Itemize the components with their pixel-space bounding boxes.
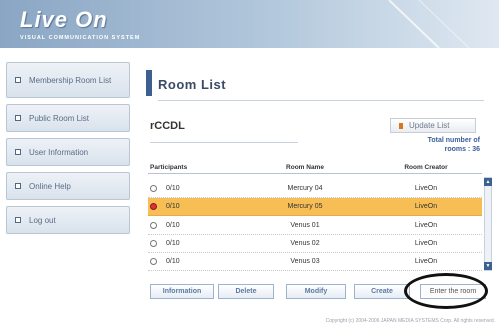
table-row[interactable]: 0/10 Venus 03 LiveOn: [148, 253, 482, 271]
square-bullet-icon: [15, 115, 21, 121]
table-header: Participants Room Name Room Creator: [148, 162, 482, 174]
participants-cell: 0/10: [166, 185, 180, 192]
room-creator-cell: LiveOn: [414, 203, 438, 210]
sidebar-item-membership-room-list[interactable]: Membership Room List: [6, 62, 130, 98]
divider: [150, 142, 298, 143]
square-bullet-icon: [15, 77, 21, 83]
modify-button[interactable]: Modify: [286, 284, 346, 299]
square-bullet-icon: [15, 183, 21, 189]
room-name-cell: Mercury 05: [287, 203, 323, 210]
room-name-cell: Mercury 04: [287, 185, 323, 192]
total-rooms-caption: Total number of: [427, 137, 480, 144]
square-bullet-icon: [15, 217, 21, 223]
row-radio[interactable]: [150, 222, 157, 229]
room-table: Participants Room Name Room Creator 0/10…: [148, 162, 482, 272]
row-radio[interactable]: [150, 240, 157, 247]
sidebar-item-user-information[interactable]: User Information: [6, 138, 130, 166]
sidebar-item-label: Log out: [29, 215, 56, 225]
delete-button[interactable]: Delete: [218, 284, 274, 299]
room-creator-cell: LiveOn: [414, 185, 438, 192]
page-title: Room List: [158, 77, 227, 92]
square-bullet-icon: [15, 149, 21, 155]
table-scrollbar[interactable]: ▲ ▼: [484, 177, 492, 271]
title-accent-bar: [146, 70, 152, 96]
sidebar-item-online-help[interactable]: Online Help: [6, 172, 130, 200]
divider: [158, 100, 484, 101]
scroll-up-arrow-icon[interactable]: ▲: [484, 178, 492, 186]
room-creator-cell: LiveOn: [414, 240, 438, 247]
update-icon: [399, 123, 403, 129]
app-tagline: VISUAL COMMUNICATION SYSTEM: [20, 35, 141, 41]
information-button[interactable]: Information: [150, 284, 214, 299]
scroll-down-arrow-icon[interactable]: ▼: [484, 262, 492, 270]
total-rooms-label: Total number of rooms : 36: [370, 136, 480, 154]
update-list-label: Update List: [409, 121, 450, 130]
sidebar-nav: Membership Room List Public Room List Us…: [6, 62, 130, 240]
sidebar-item-log-out[interactable]: Log out: [6, 206, 130, 234]
app-header: Live On VISUAL COMMUNICATION SYSTEM: [0, 0, 499, 48]
app-logo: Live On: [20, 7, 108, 32]
sidebar-item-label: Online Help: [29, 181, 71, 191]
room-list-panel: Room List rCCDL Update List Total number…: [140, 62, 492, 312]
update-list-button[interactable]: Update List: [390, 118, 476, 133]
column-header-participants: Participants: [150, 164, 188, 171]
create-button[interactable]: Create: [354, 284, 410, 299]
participants-cell: 0/10: [166, 203, 180, 210]
sidebar-item-label: Membership Room List: [29, 75, 112, 85]
room-creator-cell: LiveOn: [414, 258, 438, 265]
room-creator-cell: LiveOn: [414, 222, 438, 229]
table-row[interactable]: 0/10 Venus 02 LiveOn: [148, 235, 482, 253]
sidebar-item-label: User Information: [29, 147, 89, 157]
participants-cell: 0/10: [166, 240, 180, 247]
row-radio[interactable]: [150, 203, 157, 210]
row-radio[interactable]: [150, 185, 157, 192]
participants-cell: 0/10: [166, 258, 180, 265]
sidebar-item-label: Public Room List: [29, 113, 90, 123]
column-header-room-name: Room Name: [286, 164, 324, 171]
group-name: rCCDL: [150, 120, 185, 132]
participants-cell: 0/10: [166, 222, 180, 229]
room-name-cell: Venus 02: [290, 240, 320, 247]
header-decoration: [388, 0, 470, 48]
table-row[interactable]: 0/10 Mercury 04 LiveOn: [148, 180, 482, 198]
table-row-selected[interactable]: 0/10 Mercury 05 LiveOn: [148, 198, 482, 216]
table-row[interactable]: 0/10 Venus 01 LiveOn: [148, 217, 482, 235]
total-rooms-value: rooms : 36: [444, 146, 480, 153]
column-header-room-creator: Room Creator: [404, 164, 448, 171]
copyright-footer: Copyright (c) 2004-2006 JAPAN MEDIA SYST…: [325, 318, 495, 324]
row-radio[interactable]: [150, 258, 157, 265]
room-name-cell: Venus 01: [290, 222, 320, 229]
sidebar-item-public-room-list[interactable]: Public Room List: [6, 104, 130, 132]
room-name-cell: Venus 03: [290, 258, 320, 265]
highlight-circle: [404, 273, 488, 309]
